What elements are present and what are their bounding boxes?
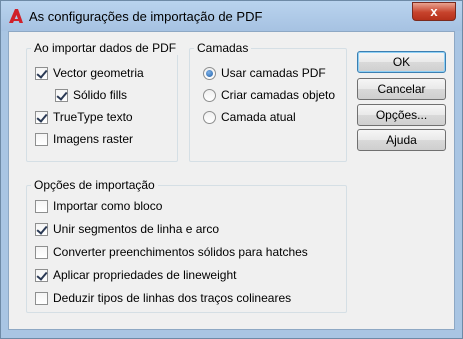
checkbox-label: Imagens raster <box>53 132 134 146</box>
radio-button[interactable] <box>203 88 216 102</box>
checkbox-box[interactable] <box>35 132 48 146</box>
options-button[interactable]: Opções... <box>357 104 446 126</box>
dialog-window: As configurações de importação de PDF x … <box>0 0 463 339</box>
checkbox-label: Vector geometria <box>53 66 144 80</box>
checkbox-box[interactable] <box>35 245 48 259</box>
checkbox-label: Importar como bloco <box>53 199 163 213</box>
ok-button[interactable]: OK <box>357 51 446 73</box>
join-line-arc-segments-checkbox[interactable]: Unir segmentos de linha e arco <box>35 221 219 237</box>
autocad-app-icon <box>9 9 23 23</box>
checkbox-label: Aplicar propriedades de lineweight <box>53 268 237 282</box>
radio-button[interactable] <box>203 66 216 80</box>
checkbox-label: Deduzir tipos de linhas dos traços colin… <box>53 291 292 305</box>
apply-lineweight-checkbox[interactable]: Aplicar propriedades de lineweight <box>35 267 236 283</box>
group-title: Ao importar dados de PDF <box>31 41 180 55</box>
checkbox-label: TrueType texto <box>53 110 133 124</box>
checkbox-box[interactable] <box>35 268 48 282</box>
radio-button[interactable] <box>203 110 216 124</box>
truetype-text-checkbox[interactable]: TrueType texto <box>35 109 133 125</box>
checkbox-box[interactable] <box>55 88 68 102</box>
checkbox-box[interactable] <box>35 110 48 124</box>
checkbox-box[interactable] <box>35 66 48 80</box>
radio-label: Usar camadas PDF <box>221 66 326 80</box>
checkbox-box[interactable] <box>35 291 48 305</box>
checkbox-label: Sólido fills <box>73 88 128 102</box>
infer-linetypes-checkbox[interactable]: Deduzir tipos de linhas dos traços colin… <box>35 290 291 306</box>
current-layer-radio[interactable]: Camada atual <box>203 109 296 125</box>
cancel-button[interactable]: Cancelar <box>357 78 446 100</box>
group-title: Camadas <box>194 41 252 55</box>
raster-images-checkbox[interactable]: Imagens raster <box>35 131 133 147</box>
checkbox-box[interactable] <box>35 199 48 213</box>
radio-label: Criar camadas objeto <box>221 88 336 102</box>
checkbox-label: Unir segmentos de linha e arco <box>53 222 220 236</box>
vector-geometry-checkbox[interactable]: Vector geometria <box>35 65 144 81</box>
solid-fills-checkbox[interactable]: Sólido fills <box>55 87 127 103</box>
checkbox-label: Converter preenchimentos sólidos para ha… <box>53 245 308 259</box>
create-object-layers-radio[interactable]: Criar camadas objeto <box>203 87 335 103</box>
window-title: As configurações de importação de PDF <box>29 9 263 24</box>
dialog-client-area: Ao importar dados de PDF Vector geometri… <box>8 31 455 330</box>
close-button[interactable]: x <box>412 2 456 21</box>
close-icon: x <box>430 4 438 19</box>
help-button[interactable]: Ajuda <box>357 129 446 151</box>
import-as-block-checkbox[interactable]: Importar como bloco <box>35 198 162 214</box>
group-title: Opções de importação <box>31 178 158 192</box>
checkbox-box[interactable] <box>35 222 48 236</box>
title-bar[interactable]: As configurações de importação de PDF x <box>1 1 462 31</box>
convert-solid-fills-checkbox[interactable]: Converter preenchimentos sólidos para ha… <box>35 244 308 260</box>
radio-label: Camada atual <box>221 110 296 124</box>
use-pdf-layers-radio[interactable]: Usar camadas PDF <box>203 65 326 81</box>
